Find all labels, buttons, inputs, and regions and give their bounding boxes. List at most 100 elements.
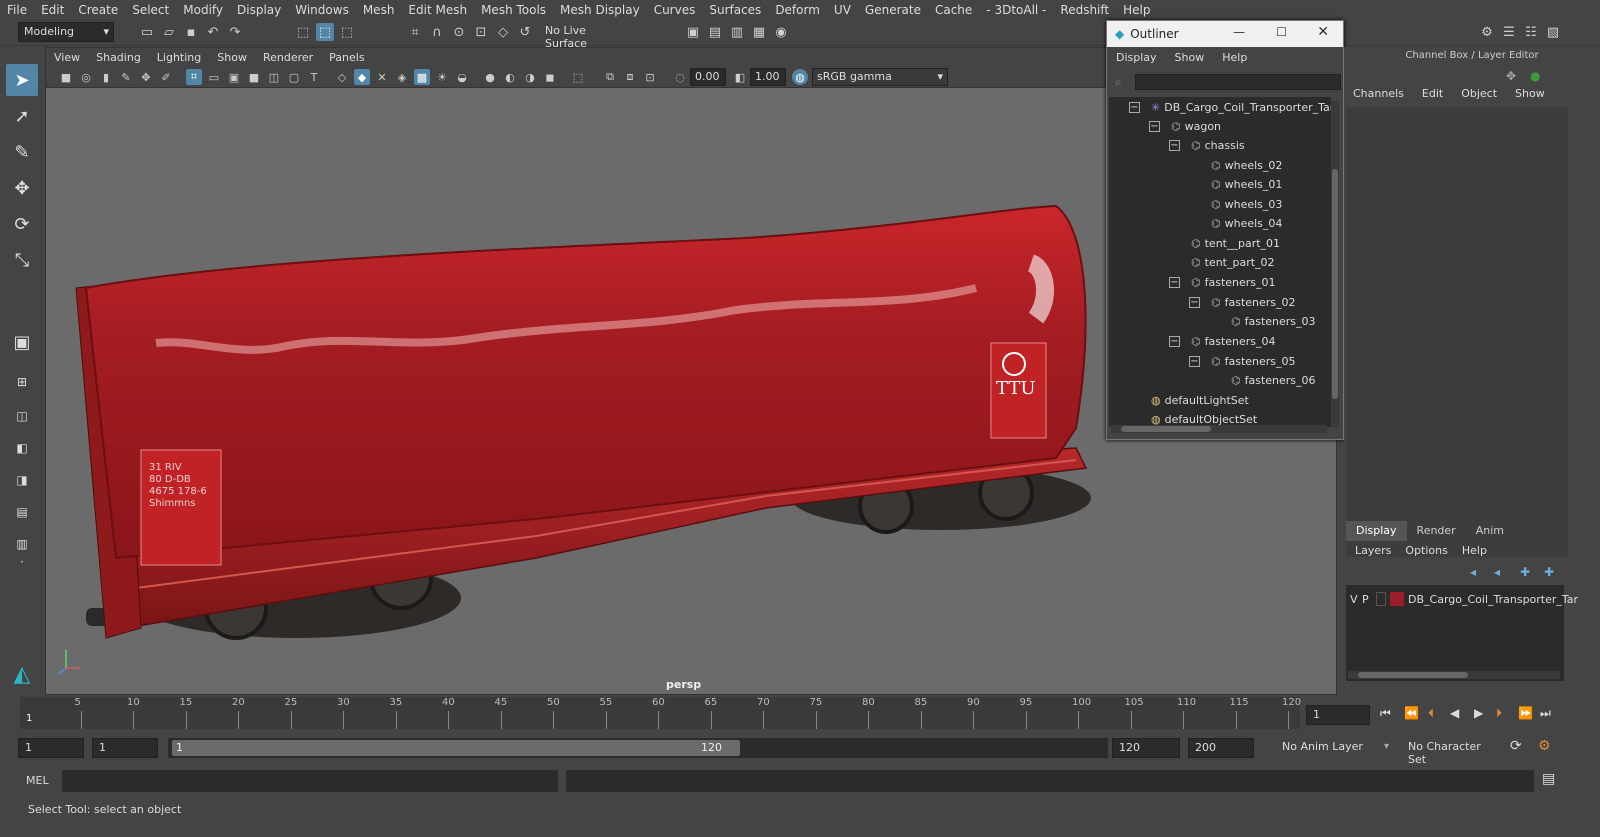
smooth-shade-icon[interactable]: ◆: [354, 69, 370, 85]
grease-pencil-icon[interactable]: ✐: [158, 69, 174, 85]
tree-item-fasteners-06[interactable]: ⌬ fasteners_06: [1231, 370, 1316, 390]
channel-box-area[interactable]: [1346, 107, 1568, 557]
range-track[interactable]: 1 120: [168, 738, 1108, 758]
range-handle[interactable]: 1 120: [172, 740, 740, 756]
step-forward-key-icon[interactable]: ⏩: [1518, 706, 1533, 720]
menu-file[interactable]: File: [0, 3, 34, 17]
anti-aliasing-icon[interactable]: ◑: [522, 69, 538, 85]
minimize-icon[interactable]: —: [1233, 25, 1245, 39]
hypershade-layout-icon[interactable]: ▤: [6, 496, 38, 528]
vp-menu-shading[interactable]: Shading: [88, 51, 149, 64]
outliner-search-input[interactable]: [1135, 74, 1341, 90]
layer-horizontal-scrollbar[interactable]: [1348, 671, 1560, 679]
menu-cache[interactable]: Cache: [928, 3, 979, 17]
snap-curve-icon[interactable]: ∩: [428, 23, 446, 41]
tree-item-chassis[interactable]: ⌬ chassis: [1191, 135, 1245, 155]
collapse-icon[interactable]: −: [1169, 277, 1180, 288]
vp-menu-show[interactable]: Show: [209, 51, 255, 64]
layer-menu-layers[interactable]: Layers: [1348, 544, 1398, 557]
outliner-menu-display[interactable]: Display: [1107, 51, 1166, 64]
wireframe-icon[interactable]: ◇: [334, 69, 350, 85]
maximize-icon[interactable]: ☐: [1276, 25, 1287, 39]
paint-select-tool-icon[interactable]: ✎: [6, 136, 38, 168]
two-pane-layout-icon[interactable]: ◫: [6, 400, 38, 432]
ipr-render-icon[interactable]: ▥: [728, 23, 746, 41]
menu-curves[interactable]: Curves: [647, 3, 703, 17]
menu-redshift[interactable]: Redshift: [1053, 3, 1116, 17]
exposure-field[interactable]: 0.00: [690, 68, 726, 86]
playback-end-field[interactable]: 120: [1112, 738, 1180, 758]
mel-label[interactable]: MEL: [26, 774, 49, 787]
vp-menu-panels[interactable]: Panels: [321, 51, 372, 64]
menu-mesh[interactable]: Mesh: [356, 3, 402, 17]
menu-mesh-display[interactable]: Mesh Display: [553, 3, 647, 17]
isolate-select-icon[interactable]: ✕: [374, 69, 390, 85]
outliner-tree[interactable]: − ✳ DB_Cargo_Coil_Transporter_Tar − ⌬ wago…: [1109, 97, 1331, 427]
menu-surfaces[interactable]: Surfaces: [702, 3, 768, 17]
workspace-icon[interactable]: ⚙: [1478, 23, 1496, 41]
exposure-icon[interactable]: ◌: [672, 69, 688, 85]
close-icon[interactable]: ✕: [1317, 24, 1329, 40]
menu-help[interactable]: Help: [1116, 3, 1157, 17]
wireframe-on-shaded-icon[interactable]: ◈: [394, 69, 410, 85]
time-slider[interactable]: 1 5 10 15 20 25 30 35 40 45 50 55 60 65 70 75 80 85 90 95 1…: [0, 697, 1600, 733]
layer-playback-toggle[interactable]: P: [1362, 593, 1376, 606]
layer-name[interactable]: DB_Cargo_Coil_Transporter_Tar: [1408, 593, 1578, 606]
attribute-editor-toggle-icon[interactable]: ☷: [1522, 23, 1540, 41]
menu-display[interactable]: Display: [230, 3, 288, 17]
save-scene-icon[interactable]: ▪: [182, 23, 200, 41]
live-surface-field[interactable]: No Live Surface: [540, 22, 636, 50]
xray-joints-icon[interactable]: ⧉: [602, 69, 618, 85]
grid-toggle-icon[interactable]: ⌗: [186, 69, 202, 85]
move-tool-icon[interactable]: ✥: [1506, 69, 1516, 83]
current-frame-field[interactable]: 1: [1306, 705, 1370, 725]
snap-live-icon[interactable]: ↺: [516, 23, 534, 41]
view-transform-dropdown[interactable]: sRGB gamma ▾: [812, 68, 948, 86]
motion-blur-icon[interactable]: ◐: [502, 69, 518, 85]
scrollbar-thumb[interactable]: [1121, 426, 1211, 432]
safe-action-icon[interactable]: ▢: [286, 69, 302, 85]
menu-select[interactable]: Select: [125, 3, 176, 17]
menu-create[interactable]: Create: [71, 3, 125, 17]
channel-box-toggle-icon[interactable]: ☰: [1500, 23, 1518, 41]
collapse-icon[interactable]: −: [1149, 121, 1160, 132]
select-tool-icon[interactable]: ➤: [6, 64, 38, 96]
menu-uv[interactable]: UV: [827, 3, 858, 17]
outliner-window[interactable]: ◆ Outliner — ☐ ✕ Display Show Help ⌕ − ✳…: [1106, 20, 1344, 440]
new-layer-selected-icon[interactable]: ✚: [1544, 565, 1554, 579]
four-pane-layout-icon[interactable]: ⊞: [6, 366, 38, 398]
playback-start-field[interactable]: 1: [92, 738, 158, 758]
tool-settings-toggle-icon[interactable]: ▧: [1544, 23, 1562, 41]
outliner-horizontal-scrollbar[interactable]: [1111, 425, 1327, 433]
field-chart-icon[interactable]: ◫: [266, 69, 282, 85]
scrollbar-thumb[interactable]: [1332, 169, 1338, 399]
outliner-titlebar[interactable]: ◆ Outliner — ☐ ✕: [1107, 21, 1343, 47]
go-to-end-icon[interactable]: ⏭: [1540, 706, 1551, 721]
menu-mesh-tools[interactable]: Mesh Tools: [474, 3, 553, 17]
safe-title-icon[interactable]: T: [306, 69, 322, 85]
anim-layer-dropdown[interactable]: No Anim Layer: [1276, 738, 1386, 758]
step-back-key-icon[interactable]: ⏪: [1404, 706, 1419, 720]
new-scene-icon[interactable]: ▭: [138, 23, 156, 41]
cb-menu-channels[interactable]: Channels: [1344, 87, 1413, 105]
time-ruler[interactable]: 1 5 10 15 20 25 30 35 40 45 50 55 60 65 70 75 80 85 90 95 1…: [20, 697, 1301, 729]
2d-pan-zoom-icon[interactable]: ✥: [138, 69, 154, 85]
outliner-vertical-scrollbar[interactable]: [1331, 101, 1339, 427]
tree-item-tent-part-01[interactable]: ⌬ tent__part_01: [1191, 233, 1280, 253]
lasso-tool-icon[interactable]: ➚: [6, 100, 38, 132]
tree-item-root[interactable]: ✳ DB_Cargo_Coil_Transporter_Tar: [1151, 97, 1331, 117]
tree-item-fasteners-02[interactable]: ⌬ fasteners_02: [1211, 292, 1296, 312]
menu-deform[interactable]: Deform: [768, 3, 827, 17]
go-to-start-icon[interactable]: ⏮: [1380, 706, 1391, 721]
chevron-down-icon[interactable]: ▾: [1384, 741, 1389, 752]
animation-end-field[interactable]: 200: [1188, 738, 1254, 758]
tab-render[interactable]: Render: [1407, 521, 1466, 541]
tree-item-fasteners-03[interactable]: ⌬ fasteners_03: [1231, 311, 1316, 331]
xray-icon[interactable]: ⬚: [570, 69, 586, 85]
vp-menu-lighting[interactable]: Lighting: [149, 51, 209, 64]
undo-icon[interactable]: ↶: [204, 23, 222, 41]
collapse-icon[interactable]: −: [1169, 140, 1180, 151]
render-sequence-icon[interactable]: ▤: [706, 23, 724, 41]
tree-item-wheels-04[interactable]: ⌬ wheels_04: [1211, 213, 1282, 233]
layer-menu-options[interactable]: Options: [1398, 544, 1454, 557]
